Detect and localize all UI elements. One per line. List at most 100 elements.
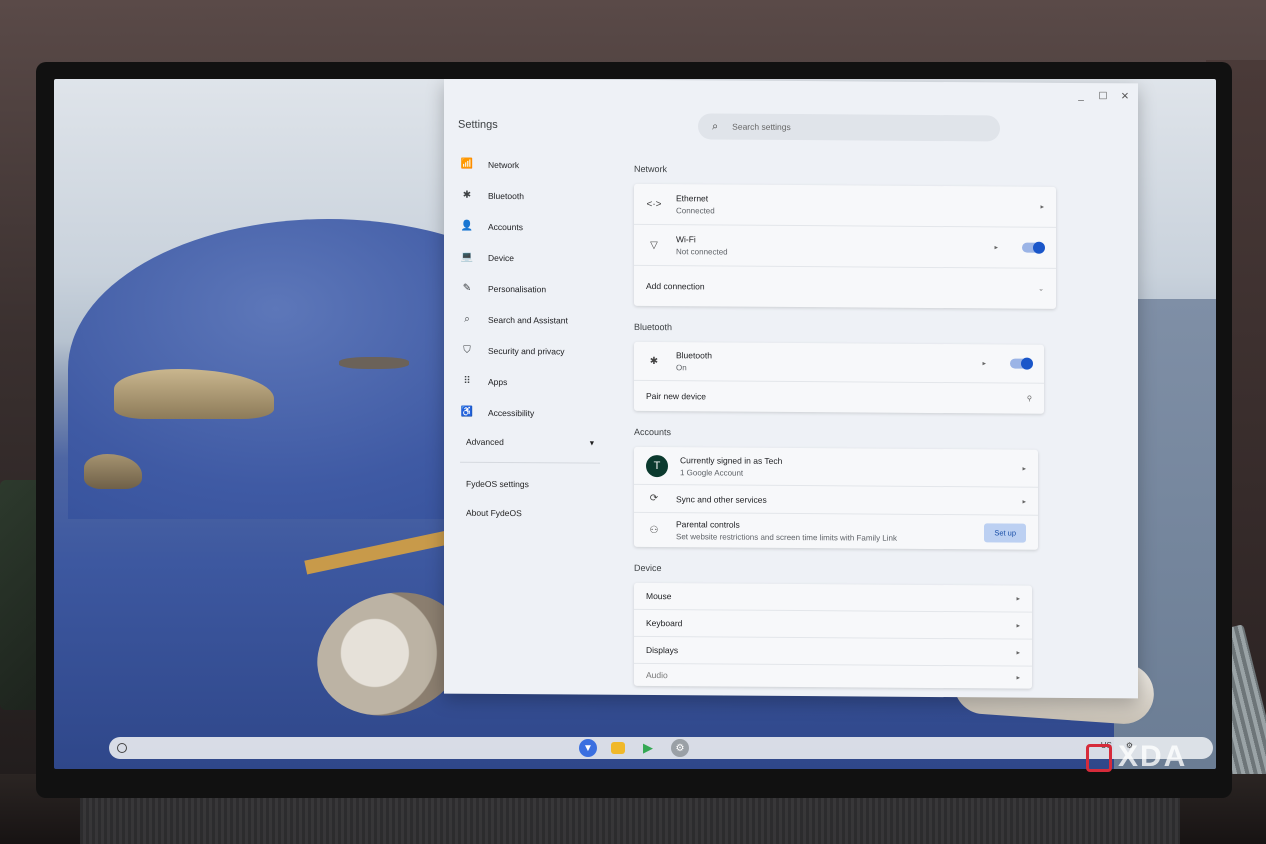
window-controls: _ ☐ ✕ <box>1076 91 1130 102</box>
avatar: T <box>646 454 668 477</box>
app-title: Settings <box>458 118 498 131</box>
sidebar-item-label: Bluetooth <box>488 190 524 201</box>
chevron-right-icon: ▸ <box>1016 622 1020 630</box>
sidebar-divider <box>460 461 600 464</box>
minimize-button[interactable]: _ <box>1076 91 1086 102</box>
sidebar-item-label: FydeOS settings <box>466 478 529 489</box>
account-count: 1 Google Account <box>680 467 744 478</box>
bluetooth-toggle[interactable] <box>1010 358 1032 369</box>
bluetooth-label: Bluetooth <box>676 350 712 361</box>
parental-controls-label: Parental controls <box>676 519 740 530</box>
pencil-icon: ✎ <box>462 282 472 294</box>
section-title-bluetooth: Bluetooth <box>634 321 673 333</box>
sidebar-item-label: Network <box>488 159 520 170</box>
sidebar-item-bluetooth[interactable]: ✱ Bluetooth <box>454 180 604 212</box>
device-item-audio[interactable]: Audio ▸ <box>634 664 1032 689</box>
chevron-right-icon: ▸ <box>994 244 998 252</box>
device-card: Mouse ▸ Keyboard ▸ Displays ▸ Audio ▸ <box>634 582 1032 689</box>
bluetooth-status: On <box>676 363 687 373</box>
shelf-apps: ▼ ▶ ⚙ <box>579 739 689 757</box>
chevron-right-icon: ▸ <box>1040 203 1044 211</box>
files-app-icon[interactable] <box>611 742 625 754</box>
maximize-button[interactable]: ☐ <box>1098 91 1108 102</box>
parental-controls-description: Set website restrictions and screen time… <box>676 532 897 543</box>
sidebar-item-fydeos-settings[interactable]: FydeOS settings <box>454 469 604 499</box>
apps-grid-icon: ⠿ <box>463 375 471 387</box>
search-icon: ⌕ <box>712 119 719 132</box>
laptop-icon: 💻 <box>460 251 474 263</box>
bluetooth-icon: ✱ <box>649 355 659 367</box>
sidebar-item-about[interactable]: About FydeOS <box>454 498 604 528</box>
person-icon: 👤 <box>460 220 474 232</box>
setup-button[interactable]: Set up <box>984 522 1026 543</box>
sidebar-item-label: Apps <box>488 376 508 387</box>
sidebar-item-label: Search and Assistant <box>488 314 568 325</box>
chevron-down-icon: ▾ <box>589 437 594 448</box>
sidebar-item-search-assistant[interactable]: ⌕ Search and Assistant <box>454 304 604 336</box>
sync-icon: ⟳ <box>649 493 659 505</box>
parental-controls-row[interactable]: ⚇ Parental controls Set website restrict… <box>634 513 1038 550</box>
chevron-down-icon: ⌄ <box>1038 285 1044 293</box>
sidebar-item-personalisation[interactable]: ✎ Personalisation <box>454 273 604 305</box>
bluetooth-icon: ✱ <box>462 189 472 201</box>
sidebar-item-label: Security and privacy <box>488 345 565 356</box>
settings-window: _ ☐ ✕ Settings ⌕ 📶 Network ✱ Bluetooth 👤… <box>444 79 1138 699</box>
sidebar-item-label: Device <box>488 252 514 263</box>
sidebar-item-label: Personalisation <box>488 283 547 294</box>
shield-icon: ⛉ <box>463 344 471 356</box>
device-item-displays[interactable]: Displays ▸ <box>634 636 1032 667</box>
close-button[interactable]: ✕ <box>1120 91 1130 102</box>
section-title-device: Device <box>634 562 662 574</box>
device-item-label: Mouse <box>646 590 672 602</box>
search-icon: ⌕ <box>464 313 470 325</box>
section-title-accounts: Accounts <box>634 426 672 438</box>
chevron-right-icon: ▸ <box>1022 498 1026 506</box>
watermark: XDA <box>1118 740 1188 773</box>
wifi-toggle[interactable] <box>1022 242 1044 253</box>
play-store-icon[interactable]: ▶ <box>639 739 657 757</box>
sync-label: Sync and other services <box>676 493 767 505</box>
sidebar-item-apps[interactable]: ⠿ Apps <box>454 366 604 398</box>
wifi-label: Wi-Fi <box>676 234 696 245</box>
sidebar-item-device[interactable]: 💻 Device <box>454 242 604 274</box>
pair-device-label: Pair new device <box>646 390 707 402</box>
sidebar: 📶 Network ✱ Bluetooth 👤 Accounts 💻 Devic… <box>454 149 604 528</box>
keyboard <box>80 794 1180 844</box>
ethernet-label: Ethernet <box>676 193 709 204</box>
wallpaper-rock <box>339 357 409 369</box>
search-input[interactable] <box>732 121 953 134</box>
sidebar-item-label: Accessibility <box>488 407 535 418</box>
device-item-label: Audio <box>646 669 668 681</box>
pair-device-row[interactable]: Pair new device ⚲ <box>634 381 1044 414</box>
main-content: Network <·> Ethernet Connected ▸ ▽ Wi-Fi… <box>634 160 1064 705</box>
wifi-icon: 📶 <box>460 158 474 170</box>
search-bar[interactable]: ⌕ <box>698 113 1000 142</box>
section-title-network: Network <box>634 163 668 175</box>
accounts-card: T Currently signed in as Tech 1 Google A… <box>634 446 1038 550</box>
chevron-right-icon: ▸ <box>982 360 986 368</box>
browser-app-icon[interactable]: ▼ <box>579 739 597 757</box>
signed-in-row[interactable]: T Currently signed in as Tech 1 Google A… <box>634 446 1038 488</box>
device-item-mouse[interactable]: Mouse ▸ <box>634 582 1032 613</box>
add-connection-row[interactable]: Add connection ⌄ <box>634 266 1056 309</box>
chevron-right-icon: ▸ <box>1016 595 1020 603</box>
settings-app-icon[interactable]: ⚙ <box>671 739 689 757</box>
wallpaper-plank <box>304 527 464 575</box>
sidebar-item-network[interactable]: 📶 Network <box>454 149 604 181</box>
sidebar-item-accounts[interactable]: 👤 Accounts <box>454 211 604 243</box>
ethernet-row[interactable]: <·> Ethernet Connected ▸ <box>634 183 1056 228</box>
shelf: ▼ ▶ ⚙ US ⚙ <box>109 737 1213 759</box>
sidebar-item-security[interactable]: ⛉ Security and privacy <box>454 335 604 367</box>
device-item-keyboard[interactable]: Keyboard ▸ <box>634 609 1032 640</box>
sidebar-item-accessibility[interactable]: ♿ Accessibility <box>454 397 604 429</box>
sidebar-advanced[interactable]: Advanced ▾ <box>454 428 604 457</box>
ethernet-status: Connected <box>676 206 715 216</box>
ethernet-icon: <·> <box>646 198 662 210</box>
launcher-button[interactable] <box>117 743 127 753</box>
network-card: <·> Ethernet Connected ▸ ▽ Wi-Fi Not con… <box>634 183 1056 309</box>
sidebar-item-label: Advanced <box>466 436 504 447</box>
chevron-right-icon: ▸ <box>1016 674 1020 682</box>
bluetooth-row[interactable]: ✱ Bluetooth On ▸ <box>634 341 1044 384</box>
sync-row[interactable]: ⟳ Sync and other services ▸ <box>634 484 1038 516</box>
wifi-row[interactable]: ▽ Wi-Fi Not connected ▸ <box>634 224 1056 269</box>
